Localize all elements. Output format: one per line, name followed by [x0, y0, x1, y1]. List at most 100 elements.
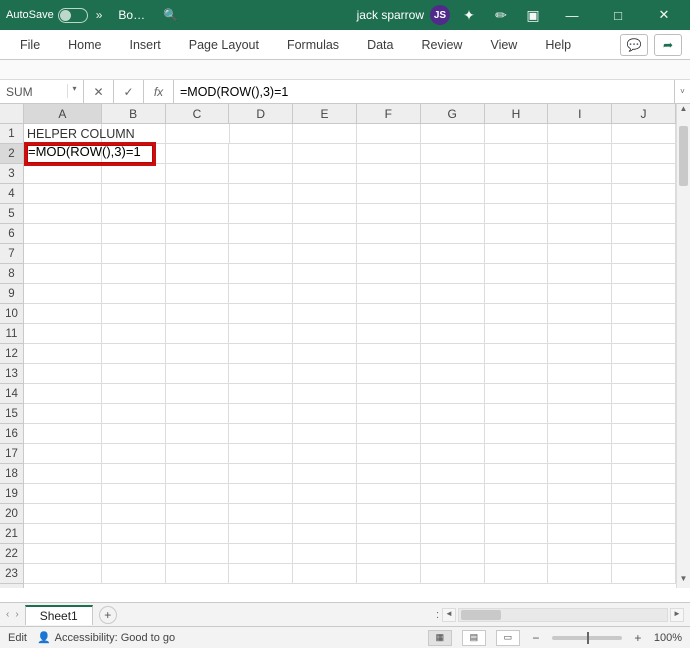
cell-D4[interactable]: [229, 184, 293, 204]
cell-B10[interactable]: [102, 304, 166, 324]
tab-file[interactable]: File: [8, 32, 52, 58]
row-header-3[interactable]: 3: [0, 164, 23, 184]
cell-J17[interactable]: [612, 444, 676, 464]
row-header-17[interactable]: 17: [0, 444, 23, 464]
cell-E18[interactable]: [293, 464, 357, 484]
cell-A3[interactable]: [24, 164, 102, 184]
cell-G20[interactable]: [421, 504, 485, 524]
row-header-8[interactable]: 8: [0, 264, 23, 284]
cell-A1[interactable]: HELPER COLUMN: [24, 124, 102, 144]
cell-E11[interactable]: [293, 324, 357, 344]
cell-I1[interactable]: [548, 124, 612, 144]
column-header-B[interactable]: B: [102, 104, 166, 123]
cell-J11[interactable]: [612, 324, 676, 344]
cell-H16[interactable]: [485, 424, 549, 444]
tab-review[interactable]: Review: [409, 32, 474, 58]
cell-I14[interactable]: [548, 384, 612, 404]
cell-F1[interactable]: [357, 124, 421, 144]
tab-home[interactable]: Home: [56, 32, 113, 58]
cell-G6[interactable]: [421, 224, 485, 244]
minimize-button[interactable]: —: [552, 8, 592, 23]
cells-area[interactable]: HELPER COLUMN: [24, 124, 676, 588]
cell-G7[interactable]: [421, 244, 485, 264]
horizontal-scroll-thumb[interactable]: [461, 610, 501, 620]
cell-H9[interactable]: [485, 284, 549, 304]
cell-H6[interactable]: [485, 224, 549, 244]
cell-E19[interactable]: [293, 484, 357, 504]
cell-H23[interactable]: [485, 564, 549, 584]
cell-B22[interactable]: [102, 544, 166, 564]
cell-B17[interactable]: [102, 444, 166, 464]
row-header-10[interactable]: 10: [0, 304, 23, 324]
cell-D21[interactable]: [229, 524, 293, 544]
cell-H17[interactable]: [485, 444, 549, 464]
cell-F3[interactable]: [357, 164, 421, 184]
cell-I19[interactable]: [548, 484, 612, 504]
vertical-scroll-thumb[interactable]: [679, 126, 688, 186]
cell-J9[interactable]: [612, 284, 676, 304]
cell-B21[interactable]: [102, 524, 166, 544]
cell-E17[interactable]: [293, 444, 357, 464]
cell-F21[interactable]: [357, 524, 421, 544]
cell-E10[interactable]: [293, 304, 357, 324]
cell-H8[interactable]: [485, 264, 549, 284]
cell-G18[interactable]: [421, 464, 485, 484]
cell-G11[interactable]: [421, 324, 485, 344]
tab-split-handle[interactable]: :: [436, 609, 440, 621]
user-account[interactable]: jack sparrow JS: [357, 5, 450, 25]
vertical-scrollbar[interactable]: ▲ ▼: [676, 104, 690, 588]
cell-J10[interactable]: [612, 304, 676, 324]
cell-J21[interactable]: [612, 524, 676, 544]
cell-A11[interactable]: [24, 324, 102, 344]
cell-E7[interactable]: [293, 244, 357, 264]
cell-I17[interactable]: [548, 444, 612, 464]
column-header-A[interactable]: A: [24, 104, 102, 123]
cell-B7[interactable]: [102, 244, 166, 264]
cell-I12[interactable]: [548, 344, 612, 364]
cell-E5[interactable]: [293, 204, 357, 224]
cell-I7[interactable]: [548, 244, 612, 264]
cell-D3[interactable]: [229, 164, 293, 184]
cell-A5[interactable]: [24, 204, 102, 224]
cell-J23[interactable]: [612, 564, 676, 584]
cell-F15[interactable]: [357, 404, 421, 424]
row-header-21[interactable]: 21: [0, 524, 23, 544]
cell-C22[interactable]: [166, 544, 230, 564]
cell-A14[interactable]: [24, 384, 102, 404]
cell-H5[interactable]: [485, 204, 549, 224]
search-icon[interactable]: 🔍: [163, 8, 178, 22]
cell-J1[interactable]: [612, 124, 676, 144]
cell-I23[interactable]: [548, 564, 612, 584]
horizontal-scroll-track[interactable]: [458, 608, 668, 622]
cell-C6[interactable]: [166, 224, 230, 244]
cell-F6[interactable]: [357, 224, 421, 244]
cell-C12[interactable]: [166, 344, 230, 364]
tab-data[interactable]: Data: [355, 32, 405, 58]
cell-J5[interactable]: [612, 204, 676, 224]
share-button[interactable]: ➦: [654, 34, 682, 56]
cell-A6[interactable]: [24, 224, 102, 244]
sheet-nav-right-icon[interactable]: ›: [15, 609, 18, 620]
cell-D23[interactable]: [229, 564, 293, 584]
fx-icon[interactable]: fx: [144, 80, 174, 103]
cell-D19[interactable]: [229, 484, 293, 504]
cell-H21[interactable]: [485, 524, 549, 544]
cell-H20[interactable]: [485, 504, 549, 524]
cell-G16[interactable]: [421, 424, 485, 444]
cell-G1[interactable]: [421, 124, 485, 144]
cell-D13[interactable]: [229, 364, 293, 384]
cell-G21[interactable]: [421, 524, 485, 544]
cell-I15[interactable]: [548, 404, 612, 424]
cell-A17[interactable]: [24, 444, 102, 464]
zoom-slider[interactable]: [552, 636, 622, 640]
sheet-nav-left-icon[interactable]: ‹: [6, 609, 9, 620]
cell-F14[interactable]: [357, 384, 421, 404]
cell-A21[interactable]: [24, 524, 102, 544]
row-header-7[interactable]: 7: [0, 244, 23, 264]
select-all-corner[interactable]: [0, 104, 24, 124]
row-header-6[interactable]: 6: [0, 224, 23, 244]
cell-E21[interactable]: [293, 524, 357, 544]
ribbon-display-icon[interactable]: ▣: [520, 7, 546, 24]
comments-button[interactable]: 💬: [620, 34, 648, 56]
column-header-I[interactable]: I: [548, 104, 612, 123]
